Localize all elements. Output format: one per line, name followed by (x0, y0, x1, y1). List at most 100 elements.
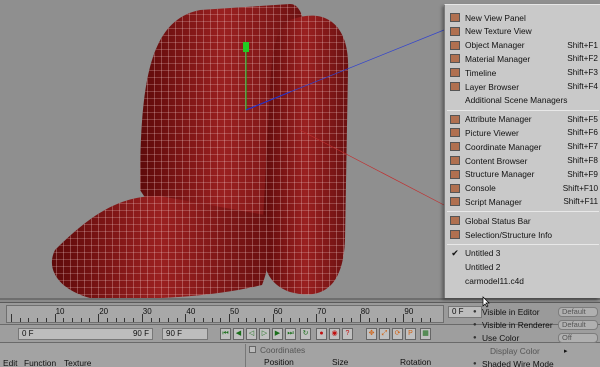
start-frame-field[interactable]: 0 F 90 F (18, 328, 153, 340)
menu-item-label: Attribute Manager (465, 114, 532, 125)
attr-use-color[interactable]: ● Use Color Off (470, 332, 600, 344)
menu-item-label: Global Status Bar (465, 215, 531, 226)
ruler-tick (63, 318, 65, 322)
menu-item-additional-scene-managers[interactable]: Additional Scene Managers (445, 94, 600, 107)
menu-item-script-manager[interactable]: Script Manager Shift+F11 (445, 195, 600, 208)
menu-item-layer-browser[interactable]: Layer Browser Shift+F4 (445, 80, 600, 93)
content-browser-icon (450, 156, 460, 165)
menu-item-label: carmodel11.c4d (465, 275, 524, 286)
menu-texture[interactable]: Texture (64, 358, 91, 367)
max-frame-field[interactable]: 90 F (162, 328, 208, 340)
menu-item-label: Selection/Structure Info (465, 229, 553, 240)
loop-icon[interactable]: ↻ (300, 328, 311, 340)
menu-item-label: Picture Viewer (465, 127, 519, 138)
menu-item-label: Console (465, 183, 496, 194)
ruler-tick (89, 318, 91, 322)
ruler-tick (202, 318, 204, 322)
menu-item-shortcut: Shift+F7 (567, 142, 598, 152)
ruler-tick (19, 318, 21, 322)
attr-shaded-wire[interactable]: ● Shaded Wire Mode (470, 358, 600, 367)
menu-separator (447, 211, 599, 213)
ruler-tick (412, 318, 414, 322)
ruler-tick (150, 318, 152, 322)
menu-item-new-texture-view[interactable]: New Texture View (445, 25, 600, 38)
menu-item-label: Structure Manager (465, 169, 535, 180)
menu-item-label: Material Manager (465, 53, 531, 64)
menu-item-object-manager[interactable]: Object Manager Shift+F1 (445, 39, 600, 52)
menu-item-material-manager[interactable]: Material Manager Shift+F2 (445, 52, 600, 65)
menu-item-label: Script Manager (465, 196, 522, 207)
play-icon[interactable]: ▷ (259, 328, 270, 340)
attr-display-color[interactable]: Display Color ▸ (470, 345, 600, 357)
bullet-icon: ● (473, 322, 477, 328)
keyframe-selection-icon[interactable]: ? (342, 328, 353, 340)
play-back-icon[interactable]: ◁ (246, 328, 257, 340)
menu-item-shortcut: Shift+F3 (567, 68, 598, 78)
selection-info-icon (450, 230, 460, 239)
menu-item-console[interactable]: Console Shift+F10 (445, 182, 600, 195)
menu-item-label: Coordinate Manager (465, 141, 542, 152)
picture-viewer-icon (450, 128, 460, 138)
menu-item-attribute-manager[interactable]: Attribute Manager Shift+F5 (445, 113, 600, 126)
ruler-tick-label: 70 (317, 307, 327, 316)
menu-separator (447, 243, 599, 245)
ruler-tick (11, 314, 12, 322)
menu-item-shortcut: Shift+F4 (567, 82, 598, 91)
menu-item-global-status-bar[interactable]: Global Status Bar (445, 214, 600, 227)
menu-item-selection-structure-info[interactable]: Selection/Structure Info (445, 228, 600, 241)
goto-start-icon[interactable]: ⏮ (220, 328, 231, 340)
next-key-icon[interactable]: ▶ (272, 328, 283, 340)
menu-item-untitled-2[interactable]: Untitled 2 (445, 261, 600, 274)
goto-end-icon[interactable]: ⏭ (285, 328, 296, 340)
end-frame-label: 90 F (132, 329, 149, 338)
menu-item-label: Additional Scene Managers (465, 95, 568, 106)
coordinate-manager-icon (450, 142, 460, 152)
ruler-tick-label: 80 (360, 307, 370, 316)
position-key-icon[interactable]: ✥ (366, 328, 377, 340)
coordinates-panel: Coordinates Position Size Rotation (245, 344, 475, 367)
ruler-tick (237, 318, 239, 322)
menu-item-structure-manager[interactable]: Structure Manager Shift+F9 (445, 168, 600, 181)
autokey-icon[interactable]: ◉ (329, 328, 340, 340)
panel-grip-icon[interactable] (249, 346, 256, 353)
ruler-tick-label: 40 (186, 307, 196, 316)
bullet-icon: ● (473, 361, 477, 367)
menu-item-shortcut: Shift+F2 (567, 54, 598, 64)
menu-edit[interactable]: Edit (3, 358, 17, 367)
layer-browser-icon (450, 82, 460, 91)
ruler-tick (385, 318, 387, 322)
pla-key-icon[interactable]: ▦ (420, 328, 431, 340)
ruler-tick (115, 318, 117, 322)
ruler-tick (368, 318, 370, 322)
ruler-tick (263, 318, 265, 322)
record-icon[interactable]: ● (316, 328, 327, 340)
scale-key-icon[interactable]: ⤢ (379, 328, 390, 340)
menu-item-picture-viewer[interactable]: Picture Viewer Shift+F6 (445, 126, 600, 139)
attr-visible-renderer[interactable]: ● Visible in Renderer Default (470, 319, 600, 331)
timeline-track[interactable]: 10 20 30 40 50 60 70 80 90 (6, 305, 444, 323)
coordinates-title: Coordinates (260, 345, 306, 355)
rotation-key-icon[interactable]: ⟳ (392, 328, 403, 340)
ruler-tick (246, 318, 248, 322)
ruler-tick-label: 50 (230, 307, 239, 316)
menu-item-content-browser[interactable]: Content Browser Shift+F8 (445, 154, 600, 167)
ruler-tick (133, 318, 135, 322)
ruler-tick (176, 318, 178, 322)
ruler-tick (324, 318, 326, 322)
menu-item-untitled-3[interactable]: ✔ Untitled 3 (445, 247, 600, 260)
menu-function[interactable]: Function (24, 358, 56, 367)
menu-item-label: Untitled 3 (465, 248, 501, 259)
menu-separator (447, 109, 599, 111)
menu-item-timeline[interactable]: Timeline Shift+F3 (445, 66, 600, 79)
menu-item-new-view-panel[interactable]: New View Panel (445, 11, 600, 24)
menu-item-coordinate-manager[interactable]: Coordinate Manager Shift+F7 (445, 140, 600, 153)
menu-item-shortcut: Shift+F9 (567, 169, 598, 179)
bullet-icon: ● (473, 309, 477, 315)
prev-key-icon[interactable]: ◀ (233, 328, 244, 340)
parameter-key-icon[interactable]: P (405, 328, 416, 340)
ruler-tick (80, 318, 82, 322)
view-panel-icon (450, 13, 460, 22)
menu-item-label: Untitled 2 (465, 262, 501, 273)
menu-item-carmodel11-c4d[interactable]: carmodel11.c4d (445, 274, 600, 287)
menu-item-shortcut: Shift+F6 (567, 128, 598, 138)
